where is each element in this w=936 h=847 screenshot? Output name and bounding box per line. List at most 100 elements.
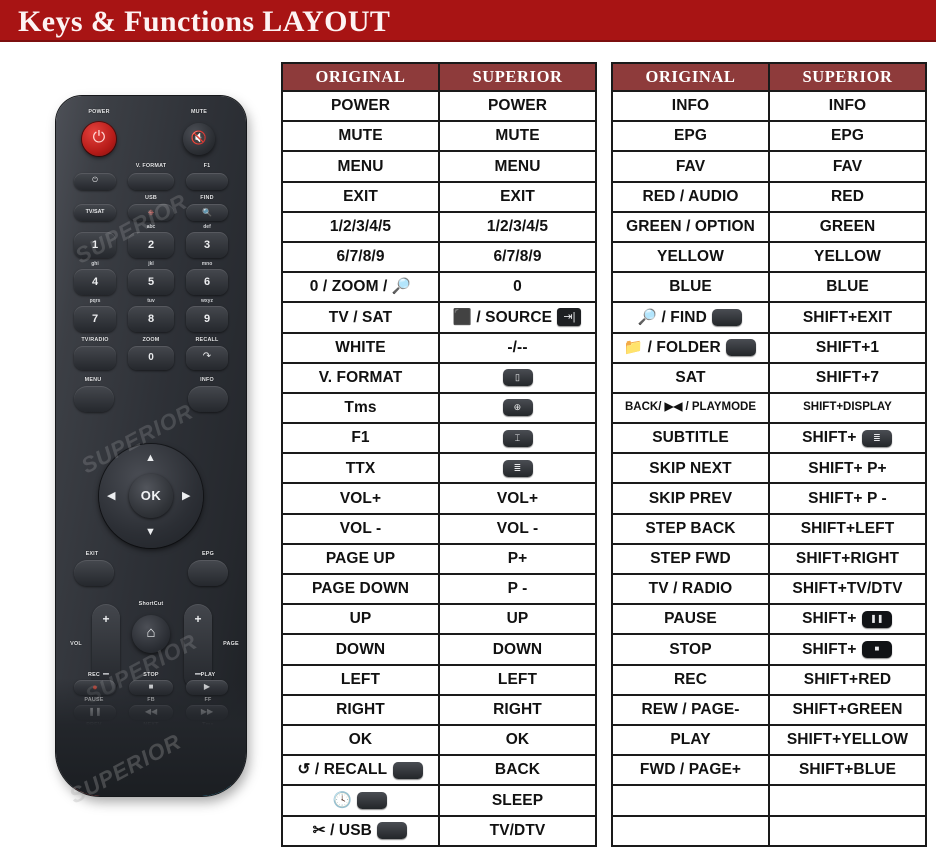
table-row: PAUSE SHIFT+ ❚❚ — [611, 603, 927, 636]
table-cell: RED — [768, 180, 927, 213]
remote-label-tvradio: TV/RADIO — [81, 337, 109, 343]
remote-stop-key[interactable]: ■ — [129, 680, 173, 695]
remote-green-key[interactable] — [116, 785, 156, 796]
dpad-left-icon[interactable]: ◀ — [107, 489, 115, 502]
remote-exit-key[interactable] — [74, 560, 114, 586]
remote-goto-key[interactable] — [116, 756, 154, 775]
remote-dev-key[interactable] — [72, 756, 110, 775]
cell-text: 1/2/3/4/5 — [486, 218, 549, 235]
remote-menu-key[interactable] — [74, 386, 114, 412]
table-cell: MENU — [281, 150, 440, 183]
cell-text: SKIP PREV — [648, 489, 733, 507]
remote-key-1[interactable]: 1 — [74, 232, 116, 258]
table-row: LEFT LEFT — [281, 663, 597, 696]
remote-key-6[interactable]: 6 — [186, 269, 228, 295]
remote-page-rocker[interactable]: + – — [184, 604, 212, 690]
remote-red-key[interactable] — [72, 785, 112, 796]
remote-key-5[interactable]: 5 — [128, 269, 174, 295]
cell-text: UP — [506, 610, 529, 628]
remote-ab-key[interactable] — [160, 756, 198, 775]
remote-yellow-key[interactable] — [160, 785, 200, 796]
table-cell: MENU — [438, 150, 597, 183]
remote-ff-key[interactable]: ▶▶ — [186, 705, 228, 720]
table-cell: 6/7/8/9 — [438, 240, 597, 274]
table-cell: SHIFT+EXIT — [768, 301, 927, 334]
remote-key-0[interactable]: 0 — [128, 346, 174, 370]
table-cell: SHIFT+7 — [768, 361, 927, 394]
remote-sub-3: def — [203, 224, 211, 230]
cell-text: 📁 / FOLDER — [623, 338, 721, 356]
remote-standby-key[interactable]: ⏻ — [74, 173, 116, 190]
remote-usb-key[interactable]: ⎈ — [128, 204, 174, 221]
remote-home-button[interactable]: ⌂ — [132, 615, 170, 653]
table-row: STEP FWD SHIFT+RIGHT — [611, 542, 927, 576]
remote-pause-key[interactable]: ❚❚ — [74, 705, 116, 720]
remote-key-3[interactable]: 3 — [186, 232, 228, 258]
remote-key-9[interactable]: 9 — [186, 306, 228, 332]
remote-key-8[interactable]: 8 — [128, 306, 174, 332]
cell-text: 1/2/3/4/5 — [329, 218, 392, 235]
remote-find-key[interactable]: 🔍 — [186, 204, 228, 221]
table-row: TV / SAT ⬛ / SOURCE ⇥| — [281, 301, 597, 334]
remote-next-key[interactable]: ⏭ — [129, 730, 173, 745]
remote-fb-key[interactable]: ◀◀ — [129, 705, 173, 720]
remote-power-button[interactable]: ⏻ — [82, 122, 116, 156]
remote-key-2[interactable]: 2 — [128, 232, 174, 258]
dpad-right-icon[interactable]: ▶ — [182, 489, 190, 502]
remote-v-format-key[interactable] — [128, 173, 174, 190]
table-row: BLUE BLUE — [611, 271, 927, 304]
table-cell: EPG — [611, 120, 770, 153]
remote-epg-key[interactable] — [188, 560, 228, 586]
remote-label-ff: FF — [204, 697, 212, 703]
teletext-icon: ≣ — [502, 459, 533, 477]
table-row: ↺ / RECALL BACK — [281, 754, 597, 787]
table-cell: ⊕ — [438, 391, 597, 425]
cell-text: OK — [505, 731, 530, 749]
cell-text: MUTE — [495, 127, 540, 145]
cell-text: VOL - — [496, 519, 539, 537]
remote-label-bookmark: BookMark — [205, 778, 233, 784]
remote-key-7[interactable]: 7 — [74, 306, 116, 332]
remote-tvsat-key[interactable]: TV/SAT — [74, 204, 116, 221]
table-cell: SHIFT+YELLOW — [768, 723, 927, 757]
remote-vol-rocker[interactable]: + – — [92, 604, 120, 690]
table-cell: YELLOW — [768, 240, 927, 274]
remote-tms-key[interactable] — [186, 730, 228, 745]
cell-text: POWER — [330, 97, 391, 115]
cell-text: WHITE — [335, 338, 386, 356]
remote-dpad[interactable]: ▲ ◀ ▶ ▼ OK — [99, 444, 203, 548]
dpad-down-icon[interactable]: ▼ — [145, 526, 156, 538]
remote-rec-key[interactable]: ● — [74, 680, 116, 695]
remote-mute-button[interactable]: 🔇 — [183, 123, 215, 155]
cell-text: BACK — [494, 761, 541, 779]
remote-label-audio: AUDIO — [82, 778, 102, 784]
remote-label-rec: REC — [88, 672, 100, 678]
table-row: GREEN / OPTION GREEN — [611, 210, 927, 243]
remote-prev-key[interactable]: ⏮ — [74, 730, 116, 745]
remote-f1-key[interactable] — [186, 173, 228, 190]
cell-text: LEFT — [340, 670, 381, 688]
remote-ok-button[interactable]: OK — [129, 474, 173, 518]
remote-tvradio-key[interactable] — [74, 346, 116, 370]
table-cell: VOL+ — [281, 482, 440, 515]
cell-text: SHIFT+ — [802, 610, 857, 628]
cell-text: -/-- — [507, 338, 528, 356]
cell-text: PLAY — [670, 731, 711, 749]
table-cell: STOP — [611, 633, 770, 666]
table-row: BACK/ ▶◀ / PLAYMODE SHIFT+DISPLAY — [611, 391, 927, 425]
table-cell: EXIT — [438, 180, 597, 213]
table-row: FWD / PAGE+ SHIFT+BLUE — [611, 754, 927, 787]
remote-label-stop: STOP — [143, 672, 159, 678]
remote-key-4[interactable]: 4 — [74, 269, 116, 295]
table-cell: 1/2/3/4/5 — [438, 210, 597, 243]
cell-text: SHIFT+GREEN — [792, 701, 903, 718]
remote-info-key[interactable] — [188, 386, 228, 412]
cell-text: 6/7/8/9 — [493, 248, 542, 266]
remote-repeat-key[interactable] — [198, 755, 238, 776]
dpad-up-icon[interactable]: ▲ — [145, 452, 156, 464]
table-cell: ≣ — [438, 452, 597, 485]
remote-recall-key[interactable]: ↷ — [186, 346, 228, 370]
table-cell — [611, 814, 770, 847]
remote-blue-key[interactable] — [198, 785, 238, 796]
remote-play-key[interactable]: ▶ — [186, 680, 228, 695]
